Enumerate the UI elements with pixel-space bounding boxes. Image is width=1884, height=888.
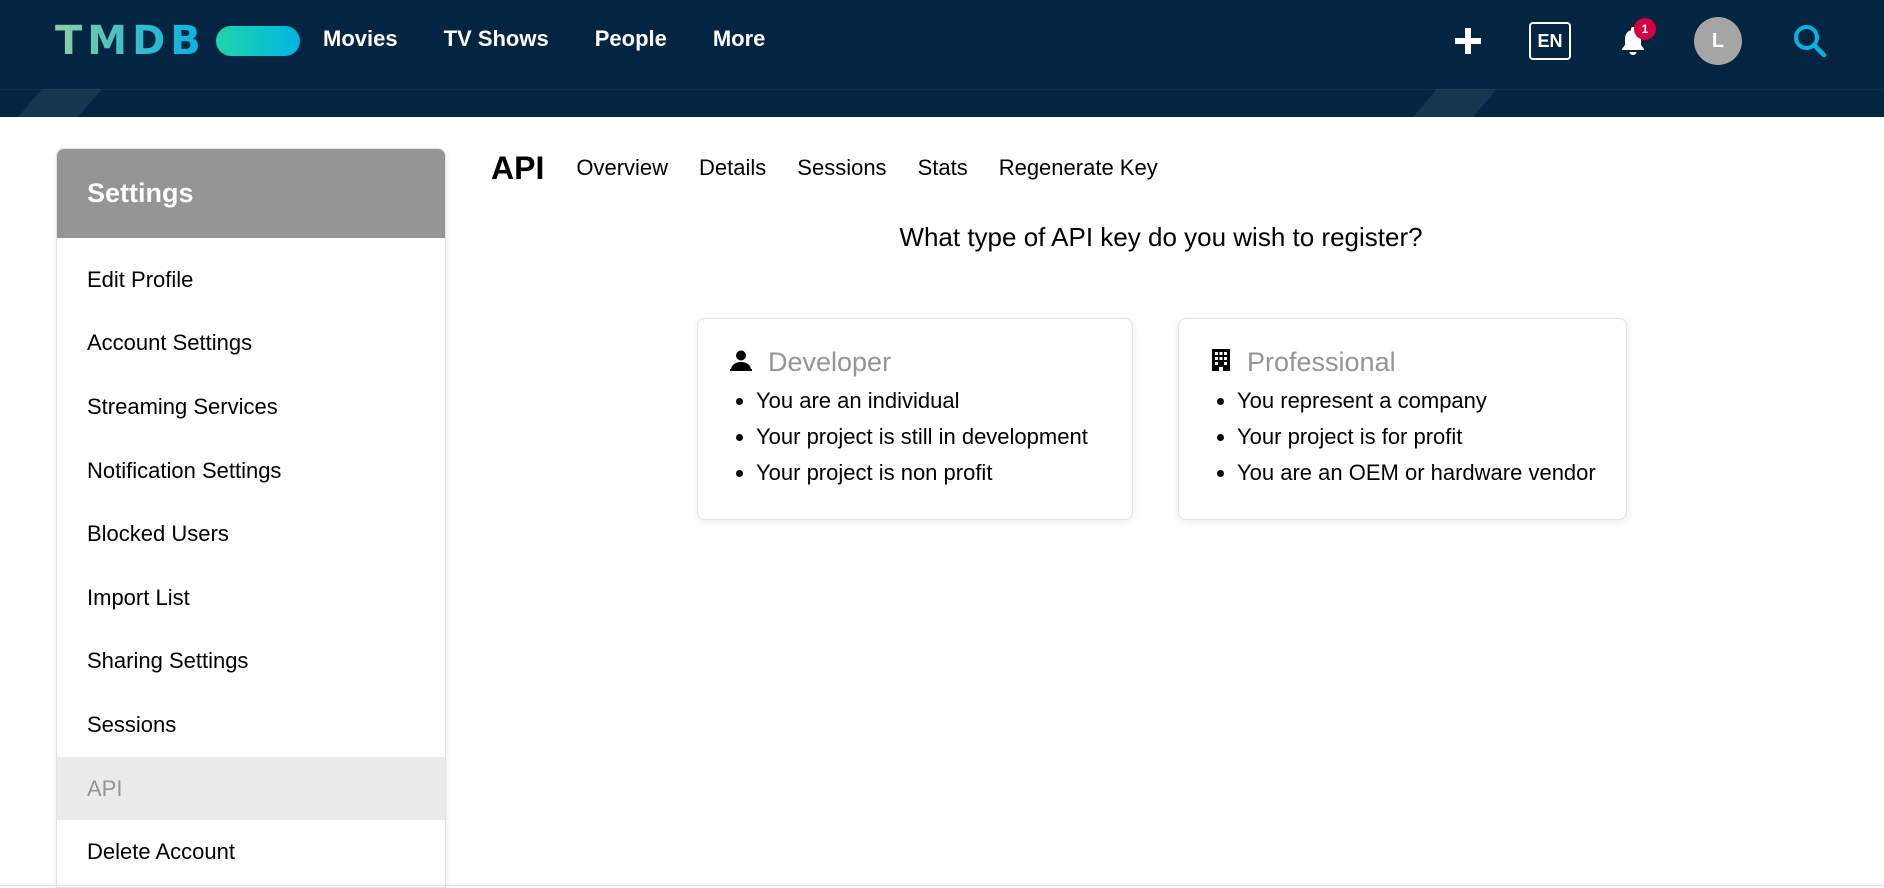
sidebar-item-import-list[interactable]: Import List	[57, 566, 445, 630]
sidebar-item-streaming-services[interactable]: Streaming Services	[57, 375, 445, 439]
api-subnav: API Overview Details Sessions Stats Rege…	[491, 144, 1189, 192]
header-divider	[0, 89, 1884, 90]
building-icon	[1211, 348, 1247, 376]
list-item: Your project is for profit	[1237, 419, 1626, 455]
add-icon[interactable]	[1450, 20, 1486, 62]
sidebar-item-delete-account[interactable]: Delete Account	[57, 820, 445, 884]
tab-regenerate-key[interactable]: Regenerate Key	[999, 155, 1158, 181]
logo-text: TMDB	[55, 18, 206, 64]
page-bottom-divider	[0, 885, 1884, 886]
professional-card-header: Professional	[1211, 347, 1626, 377]
list-item: Your project is non profit	[756, 455, 1132, 491]
nav-movies[interactable]: Movies	[323, 26, 398, 52]
notification-badge: 1	[1634, 18, 1656, 40]
tab-overview[interactable]: Overview	[576, 155, 668, 181]
nav-people[interactable]: People	[595, 26, 667, 52]
tab-sessions[interactable]: Sessions	[797, 155, 886, 181]
sidebar-title: Settings	[57, 149, 445, 238]
person-icon	[730, 349, 768, 376]
tab-stats[interactable]: Stats	[918, 155, 968, 181]
main-nav: Movies TV Shows People More	[323, 26, 765, 52]
developer-points: You are an individual Your project is st…	[730, 383, 1132, 491]
tab-details[interactable]: Details	[699, 155, 766, 181]
language-button[interactable]: EN	[1529, 22, 1571, 60]
developer-card-title: Developer	[768, 346, 892, 377]
nav-tv-shows[interactable]: TV Shows	[444, 26, 549, 52]
sidebar-item-api[interactable]: API	[57, 756, 445, 821]
sidebar-item-account-settings[interactable]: Account Settings	[57, 312, 445, 376]
sidebar-item-sharing-settings[interactable]: Sharing Settings	[57, 630, 445, 694]
logo-pill	[215, 26, 300, 56]
top-header: TMDB Movies TV Shows People More EN 1 L	[0, 0, 1884, 117]
professional-card[interactable]: Professional You represent a company You…	[1178, 318, 1627, 520]
avatar[interactable]: L	[1694, 17, 1742, 65]
header-decoration	[18, 89, 102, 117]
list-item: You are an OEM or hardware vendor	[1237, 455, 1626, 491]
api-type-question: What type of API key do you wish to regi…	[899, 222, 1423, 252]
professional-card-title: Professional	[1247, 346, 1396, 377]
sidebar-item-edit-profile[interactable]: Edit Profile	[57, 248, 445, 312]
header-decoration	[1413, 89, 1497, 117]
list-item: Your project is still in development	[756, 419, 1132, 455]
sidebar-item-sessions[interactable]: Sessions	[57, 693, 445, 757]
tmdb-logo[interactable]: TMDB	[55, 18, 300, 64]
settings-sidebar: Settings Edit Profile Account Settings S…	[56, 148, 446, 888]
sidebar-list: Edit Profile Account Settings Streaming …	[57, 238, 445, 884]
list-item: You are an individual	[756, 383, 1132, 419]
page-title: API	[491, 149, 545, 186]
professional-points: You represent a company Your project is …	[1211, 383, 1626, 491]
list-item: You represent a company	[1237, 383, 1626, 419]
sidebar-item-notification-settings[interactable]: Notification Settings	[57, 439, 445, 503]
search-icon[interactable]	[1790, 20, 1830, 62]
developer-card-header: Developer	[730, 347, 1132, 377]
nav-more[interactable]: More	[713, 26, 766, 52]
sidebar-item-blocked-users[interactable]: Blocked Users	[57, 502, 445, 566]
developer-card[interactable]: Developer You are an individual Your pro…	[697, 318, 1133, 520]
